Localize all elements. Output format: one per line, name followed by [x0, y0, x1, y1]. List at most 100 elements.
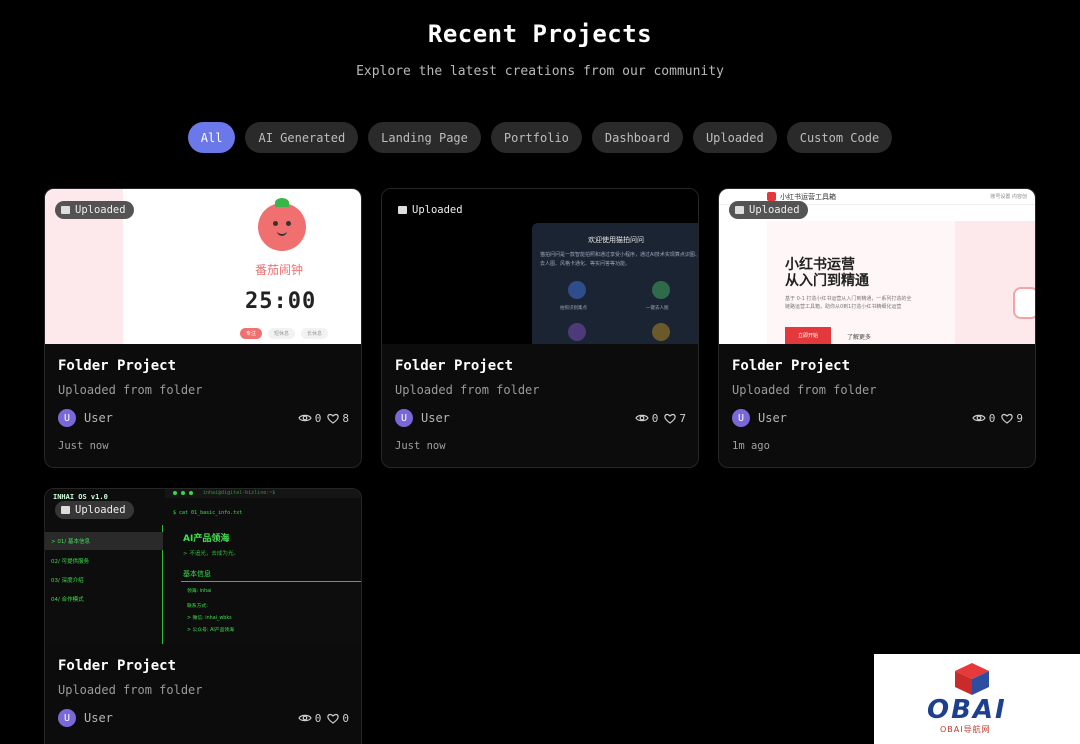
folder-icon: [61, 506, 70, 514]
eye-icon: [635, 414, 649, 422]
eye-icon: [298, 714, 312, 722]
uploaded-badge: Uploaded: [55, 501, 134, 519]
thumb-os-name: INHAI OS v1.0: [53, 493, 108, 501]
thumb-line: > 公众号: AI产品领海: [187, 628, 234, 633]
project-card[interactable]: 番茄闹钟 25:00 专注 短休息 长休息 Uploaded Folder Pr…: [44, 188, 362, 468]
project-thumbnail[interactable]: 小红书运营工具箱 账号设置 内容创 小红书运营 从入门到精通 基于 0-1 打造…: [719, 189, 1035, 344]
brush-icon: [568, 323, 586, 341]
likes-count: 8: [342, 411, 349, 425]
thumb-terminal-path: inhai@digital-bizline:~$: [203, 490, 276, 496]
badge-label: Uploaded: [412, 204, 463, 216]
timestamp: 1m ago: [732, 440, 770, 452]
project-card[interactable]: 小红书运营工具箱 账号设置 内容创 小红书运营 从入门到精通 基于 0-1 打造…: [718, 188, 1036, 468]
views-stat: 0: [298, 711, 322, 725]
heart-icon[interactable]: [1001, 413, 1014, 424]
thumb-line: > 微信: inhai_wbks: [187, 616, 232, 621]
avatar[interactable]: U: [58, 409, 76, 427]
thumb-tab: 短休息: [268, 328, 296, 339]
heart-icon[interactable]: [327, 413, 340, 424]
camera-icon: [568, 281, 586, 299]
avatar[interactable]: U: [395, 409, 413, 427]
filter-uploaded[interactable]: Uploaded: [692, 122, 777, 153]
project-card[interactable]: 欢迎使用猫拍问问 猫拍问问是一款智能拍照和通过享受小程序，通过AI技术实现算点识…: [381, 188, 699, 468]
filter-portfolio[interactable]: Portfolio: [490, 122, 582, 153]
thumb-desc: 基于 0-1 打造小红书运营从入门到精通，一系列打造的全链路运营工具箱，助你从0…: [785, 296, 912, 310]
thumb-section: 基本信息: [183, 570, 211, 578]
project-thumbnail[interactable]: 番茄闹钟 25:00 专注 短休息 长休息 Uploaded: [45, 189, 361, 344]
thumb-menu-item: 02/ 可提供服务: [51, 559, 90, 565]
thumb-tab: 长休息: [301, 328, 329, 339]
likes-stat[interactable]: 8: [327, 412, 349, 425]
cube-logo-icon: [955, 663, 989, 695]
project-thumbnail[interactable]: INHAI OS v1.0 inhai@digital-bizline:~$ >…: [45, 489, 361, 644]
tomato-icon: [258, 198, 306, 251]
thumb-terminal-bar: inhai@digital-bizline:~$: [165, 489, 361, 498]
uploaded-badge: Uploaded: [392, 201, 471, 219]
timestamp: Just now: [395, 440, 446, 452]
badge-label: Uploaded: [75, 204, 126, 216]
likes-stat[interactable]: 9: [1001, 412, 1023, 425]
eye-shape: [273, 221, 278, 226]
thumb-cta: 立即开始: [785, 327, 831, 344]
avatar[interactable]: U: [58, 709, 76, 727]
window-dot-icon: [173, 491, 177, 495]
thumb-command: $ cat 01_basic_info.txt: [173, 510, 243, 516]
avatar[interactable]: U: [732, 409, 750, 427]
project-title[interactable]: Folder Project: [58, 658, 349, 674]
heart-icon[interactable]: [327, 713, 340, 724]
filter-custom-code[interactable]: Custom Code: [786, 122, 893, 153]
thumb-headline-line: 从入门到精通: [785, 273, 869, 289]
likes-count: 7: [679, 411, 686, 425]
user-name[interactable]: User: [84, 711, 113, 725]
filter-dashboard[interactable]: Dashboard: [591, 122, 683, 153]
user-name[interactable]: User: [84, 411, 113, 425]
eye-shape: [286, 221, 291, 226]
folder-icon: [735, 206, 744, 214]
likes-stat[interactable]: 0: [327, 712, 349, 725]
heart-icon[interactable]: [664, 413, 677, 424]
window-dot-icon: [181, 491, 185, 495]
project-title[interactable]: Folder Project: [395, 358, 686, 374]
views-count: 0: [314, 711, 322, 725]
thumb-panel: 欢迎使用猫拍问问 猫拍问问是一款智能拍照和通过享受小程序，通过AI技术实现算点识…: [532, 223, 698, 344]
eye-icon: [298, 414, 312, 422]
thumb-menu-item: > 01/ 基本信息: [45, 532, 163, 550]
watermark-logo: OBAI OBAI导航网: [874, 654, 1080, 744]
project-description: Uploaded from folder: [58, 683, 203, 697]
thumb-hero-art: [955, 221, 1035, 344]
leaf-shape: [275, 198, 289, 207]
filter-landing-page[interactable]: Landing Page: [368, 122, 481, 153]
user-name[interactable]: User: [421, 411, 450, 425]
thumb-panel-title: 欢迎使用猫拍问问: [588, 236, 644, 244]
likes-count: 9: [1016, 411, 1023, 425]
views-count: 0: [988, 411, 996, 425]
project-card[interactable]: INHAI OS v1.0 inhai@digital-bizline:~$ >…: [44, 488, 362, 744]
thumb-line: 联系方式:: [187, 604, 208, 609]
thumb-headline-line: 小红书运营: [785, 257, 855, 273]
thumb-line: 领海: inhai: [187, 589, 212, 594]
window-dot-icon: [189, 491, 193, 495]
brand-logo-icon: [767, 192, 776, 201]
filter-all[interactable]: All: [187, 122, 236, 153]
project-thumbnail[interactable]: 欢迎使用猫拍问问 猫拍问问是一款智能拍照和通过享受小程序，通过AI技术实现算点识…: [382, 189, 698, 344]
likes-stat[interactable]: 7: [664, 412, 686, 425]
page-title: Recent Projects: [427, 20, 653, 48]
badge-label: Uploaded: [75, 504, 126, 516]
thumb-clock: 25:00: [245, 289, 317, 314]
views-stat: 0: [635, 412, 658, 425]
thumb-tab: 专注: [240, 328, 263, 339]
badge-label: Uploaded: [749, 204, 800, 216]
thumb-item-label: 一键去人图: [646, 306, 669, 311]
project-description: Uploaded from folder: [732, 383, 877, 397]
timestamp: Just now: [58, 440, 109, 452]
folder-icon: [398, 206, 407, 214]
views-count: 0: [314, 411, 322, 425]
user-name[interactable]: User: [758, 411, 787, 425]
uploaded-badge: Uploaded: [55, 201, 134, 219]
folder-icon: [61, 206, 70, 214]
filter-ai-generated[interactable]: AI Generated: [245, 122, 359, 153]
project-title[interactable]: Folder Project: [732, 358, 1023, 374]
project-title[interactable]: Folder Project: [58, 358, 349, 374]
mouth-shape: [277, 231, 287, 236]
project-description: Uploaded from folder: [58, 383, 203, 397]
